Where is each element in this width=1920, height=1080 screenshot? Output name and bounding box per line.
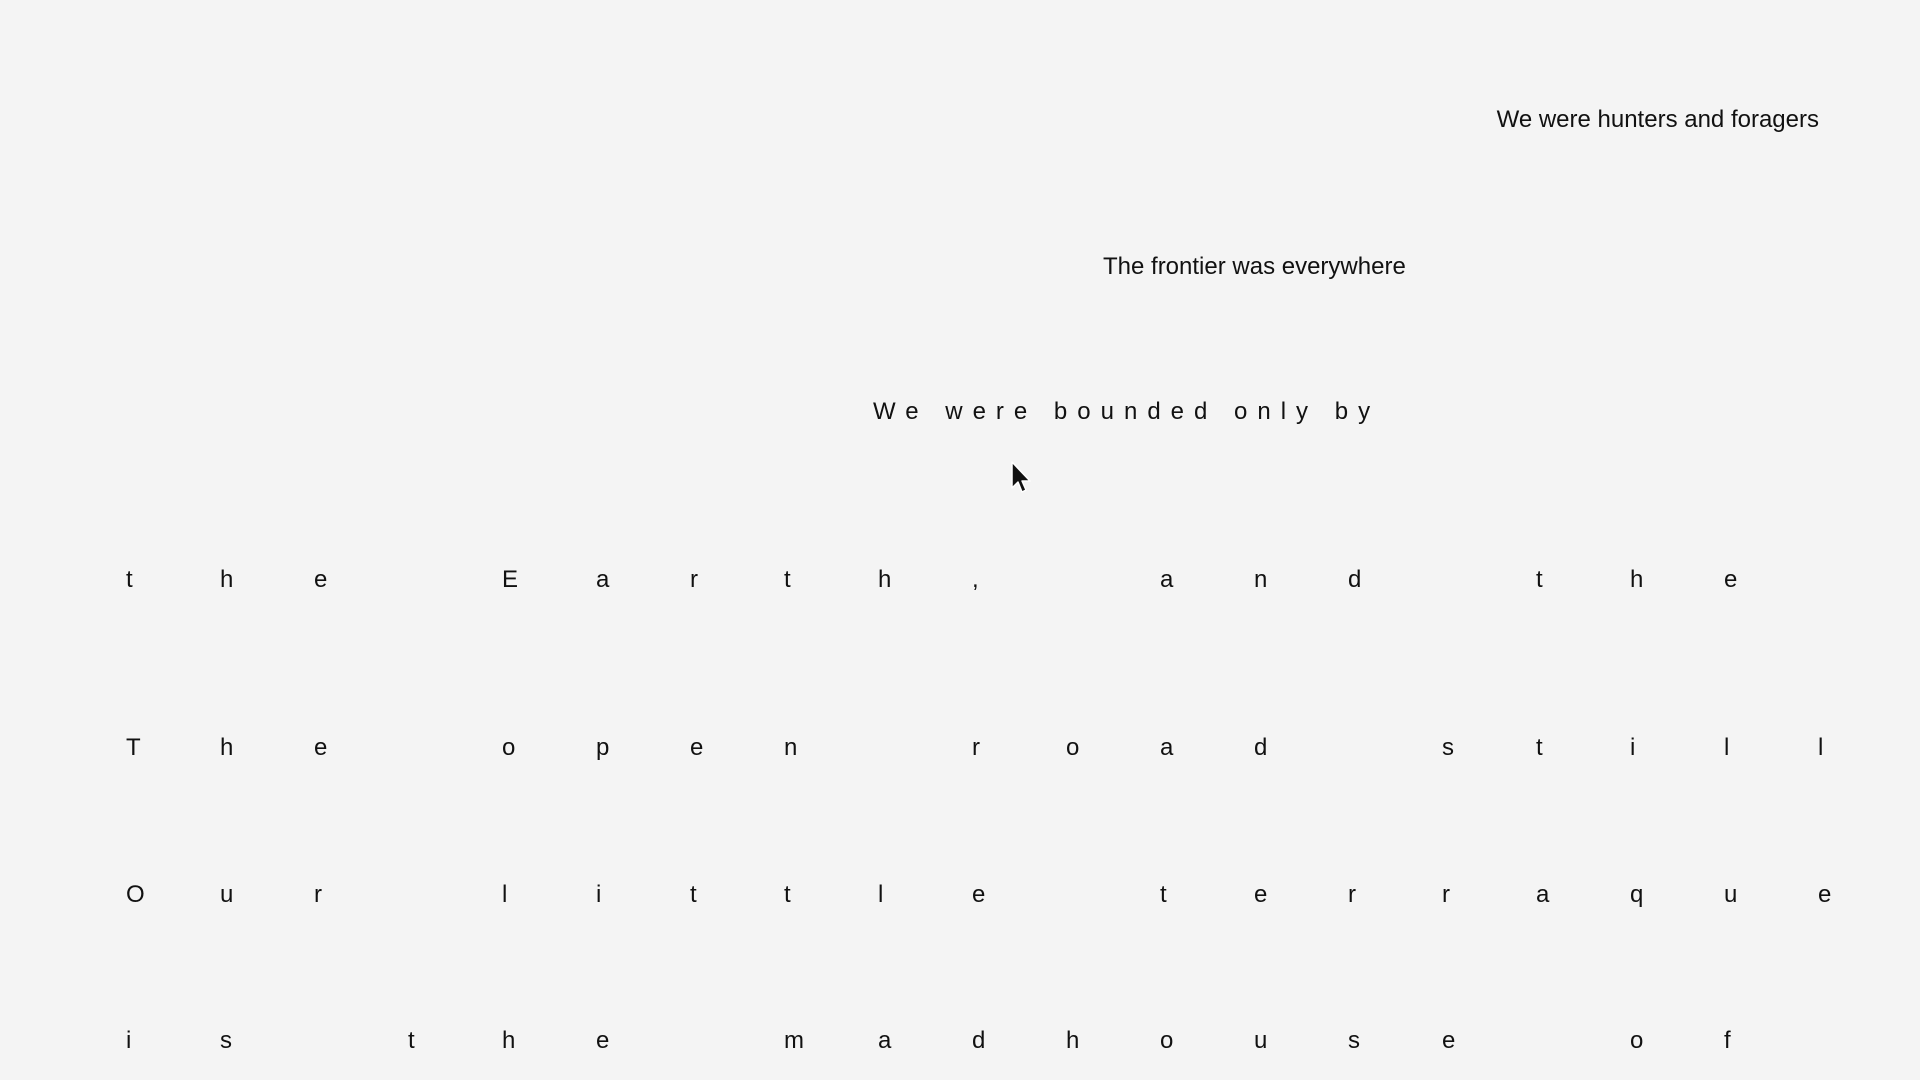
letter: e	[1724, 566, 1738, 593]
letter: i	[1630, 734, 1636, 761]
letter: q	[1630, 881, 1644, 908]
letter: o	[1066, 734, 1080, 761]
letter: r	[972, 734, 980, 761]
letter: i	[596, 881, 602, 908]
letter: e	[972, 881, 986, 908]
letter: a	[596, 566, 610, 593]
letter: h	[1066, 1027, 1080, 1054]
letter: h	[878, 566, 892, 593]
letter: t	[408, 1027, 415, 1054]
letter: e	[1818, 881, 1832, 908]
letter: e	[690, 734, 704, 761]
letter: n	[1254, 566, 1268, 593]
letter: t	[784, 881, 791, 908]
letter: a	[1160, 734, 1174, 761]
letter: E	[502, 566, 519, 593]
letter: d	[1348, 566, 1362, 593]
letter: h	[502, 1027, 516, 1054]
letter: u	[1254, 1027, 1268, 1054]
letter: e	[1254, 881, 1268, 908]
letter: l	[1818, 734, 1824, 761]
letter: d	[1254, 734, 1268, 761]
letter: r	[1442, 881, 1450, 908]
letter: u	[220, 881, 234, 908]
letter: T	[126, 734, 141, 761]
letter: s	[1348, 1027, 1360, 1054]
letter: p	[596, 734, 610, 761]
letter: s	[1442, 734, 1454, 761]
poem-line-hunters: We were hunters and foragers	[1496, 106, 1819, 133]
letter: s	[220, 1027, 232, 1054]
letter: t	[784, 566, 791, 593]
letter: u	[1724, 881, 1738, 908]
letter: m	[784, 1027, 804, 1054]
letter: o	[1630, 1027, 1644, 1054]
letter: o	[1160, 1027, 1174, 1054]
letter: f	[1724, 1027, 1731, 1054]
letter: r	[690, 566, 698, 593]
letter: l	[502, 881, 508, 908]
letter: O	[126, 881, 145, 908]
letter: a	[1160, 566, 1174, 593]
letter: h	[1630, 566, 1644, 593]
letter: h	[220, 566, 234, 593]
letter: l	[1724, 734, 1730, 761]
letter: a	[1536, 881, 1550, 908]
letter: r	[1348, 881, 1356, 908]
letter: h	[220, 734, 234, 761]
letter: n	[784, 734, 798, 761]
letter: l	[878, 881, 884, 908]
poem-line-frontier: The frontier was everywhere	[1103, 253, 1406, 280]
letter: e	[314, 566, 328, 593]
letter: t	[1536, 734, 1543, 761]
letter: t	[1536, 566, 1543, 593]
letter: ,	[972, 566, 979, 593]
letter: t	[690, 881, 697, 908]
letter: d	[972, 1027, 986, 1054]
letter: e	[1442, 1027, 1456, 1054]
letter: t	[126, 566, 133, 593]
arrow-cursor-icon	[1011, 461, 1031, 493]
letter: e	[314, 734, 328, 761]
letter: e	[596, 1027, 610, 1054]
letter: r	[314, 881, 322, 908]
letter: a	[878, 1027, 892, 1054]
letter: o	[502, 734, 516, 761]
poem-line-bounded: We were bounded only by	[873, 398, 1381, 425]
letter: t	[1160, 881, 1167, 908]
letter: i	[126, 1027, 132, 1054]
